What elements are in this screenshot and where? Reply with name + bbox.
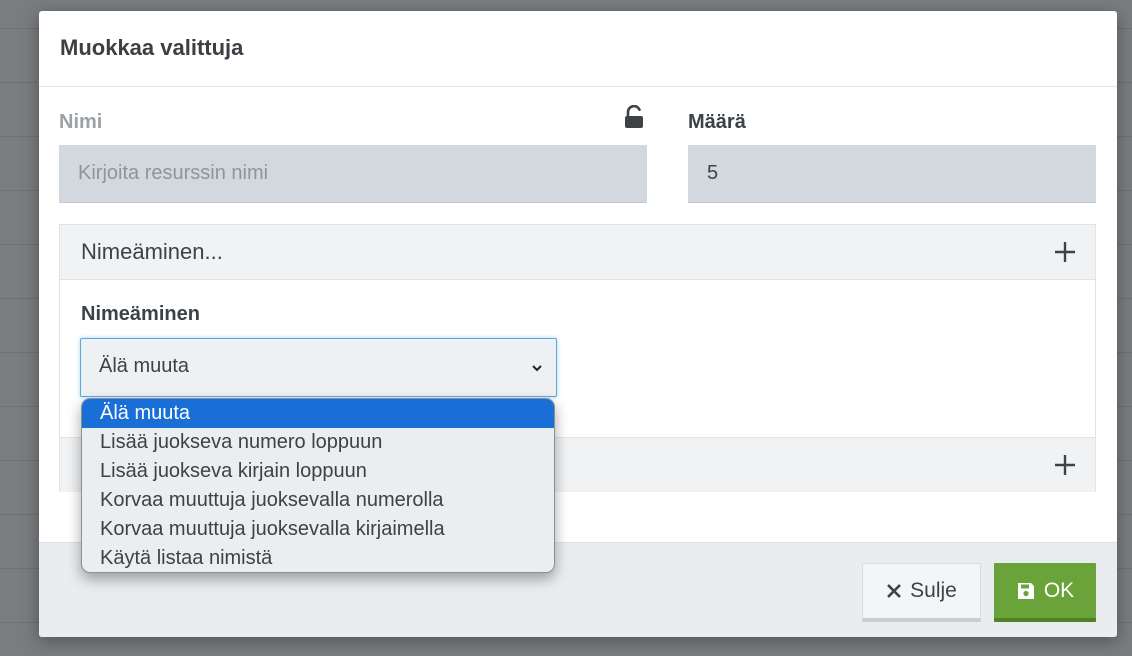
quantity-label: Määrä	[688, 111, 746, 133]
name-input[interactable]: Kirjoita resurssin nimi	[59, 145, 647, 203]
close-button[interactable]: Sulje	[862, 563, 981, 622]
ok-button-label: OK	[1043, 578, 1075, 602]
close-button-label: Sulje	[910, 579, 957, 602]
save-icon	[1017, 582, 1034, 599]
naming-options-list: Älä muuta Lisää juokseva numero loppuun …	[81, 398, 555, 573]
option-replace-with-letter[interactable]: Korvaa muuttuja juoksevalla kirjaimella	[82, 515, 554, 544]
dialog-title: Muokkaa valittuja	[60, 35, 244, 60]
naming-section-title: Nimeäminen...	[81, 239, 223, 264]
plus-icon[interactable]	[1053, 240, 1077, 264]
name-label: Nimi	[59, 111, 103, 133]
option-replace-with-number[interactable]: Korvaa muuttuja juoksevalla numerolla	[82, 486, 554, 515]
option-ala-muuta[interactable]: Älä muuta	[82, 399, 554, 428]
naming-field-label: Nimeäminen	[81, 303, 200, 325]
naming-select[interactable]: Älä muuta	[80, 338, 557, 397]
unlock-icon[interactable]	[623, 105, 645, 129]
option-add-running-number[interactable]: Lisää juokseva numero loppuun	[82, 428, 554, 457]
option-use-name-list[interactable]: Käytä listaa nimistä	[82, 544, 554, 572]
naming-section-header[interactable]: Nimeäminen...	[60, 225, 1095, 280]
option-add-running-letter[interactable]: Lisää juokseva kirjain loppuun	[82, 457, 554, 486]
chevron-down-icon	[532, 365, 542, 372]
close-icon	[887, 584, 902, 598]
dialog-header: Muokkaa valittuja	[39, 11, 1117, 87]
naming-select-value: Älä muuta	[99, 355, 190, 377]
quantity-input[interactable]: 5	[688, 145, 1096, 203]
ok-button[interactable]: OK	[994, 563, 1096, 622]
edit-selected-dialog: Muokkaa valittuja Nimi Kirjoita resurssi…	[39, 11, 1117, 637]
plus-icon[interactable]	[1053, 453, 1077, 477]
